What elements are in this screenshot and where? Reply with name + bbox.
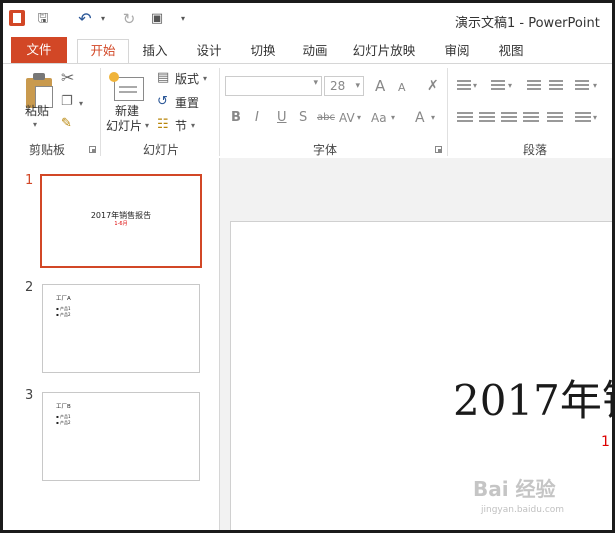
- baidu-watermark-url: jingyan.baidu.com: [481, 505, 565, 515]
- columns-icon[interactable]: [575, 112, 591, 124]
- increase-indent-icon[interactable]: [549, 80, 563, 90]
- baidu-watermark-logo: Bai 经验: [473, 477, 556, 501]
- section-icon: ☷: [157, 117, 169, 132]
- new-slide-icon: [109, 72, 144, 101]
- clipboard-dialog-launcher-icon[interactable]: [89, 146, 96, 153]
- change-case-dropdown-icon[interactable]: ▾: [391, 110, 395, 126]
- reset-icon: ↺: [157, 94, 168, 109]
- cut-icon[interactable]: ✂: [61, 70, 74, 86]
- font-dialog-launcher-icon[interactable]: [435, 146, 442, 153]
- underline-button[interactable]: U: [277, 110, 287, 126]
- italic-button[interactable]: I: [255, 110, 259, 126]
- copy-dropdown-icon[interactable]: ▾: [79, 96, 83, 112]
- bold-button[interactable]: B: [231, 110, 241, 126]
- section-label: 节: [175, 119, 188, 133]
- slide-canvas[interactable]: 2017年销 1: [230, 221, 612, 530]
- paragraph-group-label: 段落: [523, 143, 548, 157]
- bullets-dropdown-icon[interactable]: ▾: [473, 78, 477, 94]
- columns-dropdown-icon[interactable]: ▾: [593, 110, 597, 126]
- align-center-icon[interactable]: [479, 112, 495, 124]
- font-color-dropdown-icon[interactable]: ▾: [431, 110, 435, 126]
- layout-icon: ▤: [157, 70, 170, 85]
- window-title: 演示文稿1 - PowerPoint: [455, 16, 600, 31]
- layout-dropdown-icon: ▾: [203, 74, 208, 83]
- clipboard-group-label: 剪贴板: [29, 143, 66, 157]
- justify-icon[interactable]: [523, 112, 539, 124]
- tab-file[interactable]: 文件: [11, 37, 67, 63]
- save-icon[interactable]: 🖫: [35, 11, 51, 27]
- shadow-button[interactable]: S: [299, 110, 307, 126]
- section-dropdown-icon: ▾: [191, 121, 196, 130]
- tab-design[interactable]: 设计: [191, 40, 227, 62]
- decrease-indent-icon[interactable]: [527, 80, 541, 90]
- tab-review[interactable]: 审阅: [439, 40, 475, 62]
- thumb-2-heading: 工厂A: [56, 296, 71, 302]
- align-right-icon[interactable]: [501, 112, 517, 124]
- tab-slideshow[interactable]: 幻灯片放映: [351, 40, 417, 62]
- redo-icon[interactable]: ↻: [121, 11, 137, 27]
- tab-home[interactable]: 开始: [77, 39, 129, 64]
- thumb-2-bullet-2: ▪ 产品2: [56, 312, 71, 317]
- shrink-font-button[interactable]: A: [398, 80, 406, 96]
- slide-title-text[interactable]: 2017年销: [453, 367, 612, 428]
- thumb-3-bullet-2: ▪ 产品2: [56, 420, 71, 425]
- reset-label: 重置: [175, 96, 200, 110]
- font-size-value: 28: [330, 79, 346, 93]
- slide-thumbnail-pane[interactable]: 1 2017年销售报告 1-6月 2 工厂A ▪ 产品1 ▪ 产品2 3 工厂B…: [3, 158, 220, 530]
- font-size-dropdown-icon: ▾: [355, 81, 360, 91]
- align-left-icon[interactable]: [457, 112, 473, 124]
- powerpoint-window: 🖫 ↶ ▾ ↻ ▣ ▾ 演示文稿1 - PowerPoint 文件 开始 插入 …: [0, 0, 615, 533]
- paste-label: 粘贴: [25, 104, 50, 118]
- character-spacing-dropdown-icon[interactable]: ▾: [357, 110, 361, 126]
- layout-label: 版式: [175, 72, 200, 86]
- numbering-dropdown-icon[interactable]: ▾: [508, 78, 512, 94]
- undo-dropdown-icon[interactable]: ▾: [95, 11, 111, 27]
- ribbon: 粘贴 ▾ ✂ ❐ ▾ ✎ 剪贴板 新建 幻灯片 ▾ ▤ 版式 ▾ ↺ 重置 ☷ …: [3, 63, 612, 159]
- slide-number-1: 1: [25, 173, 34, 188]
- customize-qat-icon[interactable]: ▾: [175, 11, 191, 27]
- tab-insert[interactable]: 插入: [137, 40, 173, 62]
- new-slide-label-2: 幻灯片: [106, 119, 143, 133]
- new-slide-dropdown-icon: ▾: [145, 121, 150, 130]
- slide-thumbnail-2[interactable]: 工厂A ▪ 产品1 ▪ 产品2: [42, 284, 200, 373]
- slide-subtitle-text[interactable]: 1: [601, 434, 610, 450]
- grow-font-button[interactable]: A: [375, 78, 385, 94]
- font-name-dropdown-icon: ▾: [313, 78, 318, 88]
- font-name-field[interactable]: ▾: [225, 76, 322, 96]
- clear-formatting-icon[interactable]: ✗: [427, 78, 439, 94]
- line-spacing-dropdown-icon[interactable]: ▾: [593, 78, 597, 94]
- slide-thumbnail-1[interactable]: 2017年销售报告 1-6月: [40, 174, 202, 268]
- format-painter-icon[interactable]: ✎: [61, 116, 72, 132]
- title-bar: 🖫 ↶ ▾ ↻ ▣ ▾ 演示文稿1 - PowerPoint: [3, 3, 612, 37]
- tab-transitions[interactable]: 切换: [245, 40, 281, 62]
- strikethrough-button[interactable]: abc: [317, 110, 335, 126]
- paste-dropdown-icon: ▾: [33, 120, 38, 129]
- powerpoint-logo-icon[interactable]: [9, 10, 25, 26]
- ribbon-tabs: 文件 开始 插入 设计 切换 动画 幻灯片放映 审阅 视图: [3, 37, 612, 64]
- copy-icon[interactable]: ❐: [61, 94, 73, 110]
- thumb-1-subtitle: 1-6月: [114, 221, 128, 227]
- start-presentation-icon[interactable]: ▣: [149, 11, 165, 27]
- numbering-icon[interactable]: [491, 80, 505, 90]
- change-case-button[interactable]: Aa: [371, 110, 387, 126]
- undo-icon[interactable]: ↶: [77, 11, 93, 27]
- new-slide-label-1: 新建: [115, 104, 140, 118]
- bullets-icon[interactable]: [457, 80, 471, 90]
- font-group-label: 字体: [313, 143, 338, 157]
- tab-view[interactable]: 视图: [493, 40, 529, 62]
- slide-number-2: 2: [25, 280, 34, 295]
- character-spacing-button[interactable]: AV: [339, 110, 355, 126]
- font-color-button[interactable]: A: [415, 110, 425, 126]
- slide-number-3: 3: [25, 388, 34, 403]
- line-spacing-icon[interactable]: [575, 80, 589, 90]
- slide-thumbnail-3[interactable]: 工厂B ▪ 产品1 ▪ 产品2: [42, 392, 200, 481]
- thumb-3-heading: 工厂B: [56, 404, 71, 410]
- font-size-field[interactable]: 28 ▾: [324, 76, 364, 96]
- tab-animations[interactable]: 动画: [297, 40, 333, 62]
- slides-group-label: 幻灯片: [143, 143, 180, 157]
- distributed-icon[interactable]: [547, 112, 563, 124]
